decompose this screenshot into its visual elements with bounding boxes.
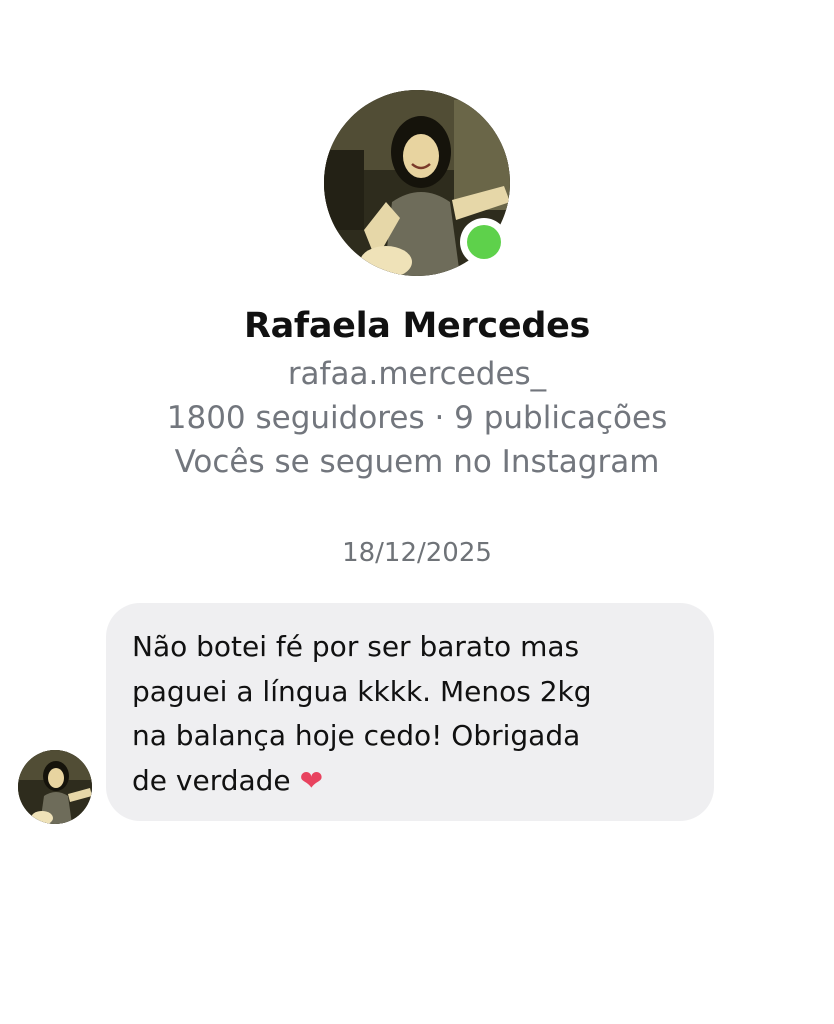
message-text-body: Não botei fé por ser barato mas paguei a… (132, 630, 592, 797)
profile-name[interactable]: Rafaela Mercedes (0, 306, 834, 346)
online-status-indicator (460, 218, 508, 266)
message-bubble[interactable]: Não botei fé por ser barato mas paguei a… (106, 603, 714, 821)
heart-emoji-icon: ❤ (299, 763, 324, 797)
message-text: Não botei fé por ser barato mas paguei a… (132, 625, 688, 803)
mutual-follow-text: Vocês se seguem no Instagram (174, 444, 660, 480)
sender-avatar[interactable] (18, 750, 92, 824)
sender-photo (18, 750, 92, 824)
message-date-separator: 18/12/2025 (342, 538, 492, 568)
online-status-dot (467, 225, 501, 259)
dm-thread-screen: Rafaela Mercedes rafaa.mercedes_ 1800 se… (0, 0, 834, 1024)
profile-username: rafaa.mercedes_ (287, 356, 547, 392)
profile-stats: 1800 seguidores · 9 publicações (166, 400, 668, 436)
